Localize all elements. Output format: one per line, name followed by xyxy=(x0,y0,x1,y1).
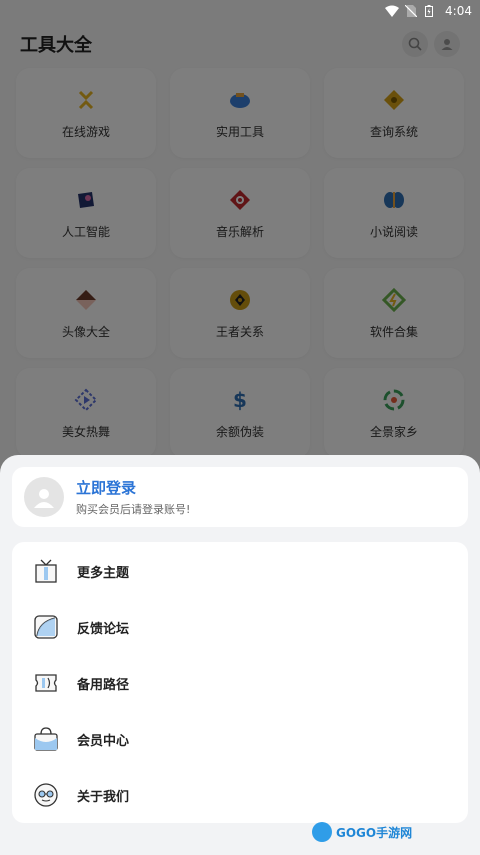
no-sim-icon xyxy=(404,4,419,18)
menu-item-label: 备用路径 xyxy=(77,677,130,693)
watermark: GOGO手游网 xyxy=(312,822,412,842)
menu-item-about-us[interactable]: 关于我们 xyxy=(12,767,468,823)
status-time: 4:04 xyxy=(445,4,472,18)
watermark-logo-icon xyxy=(312,822,332,842)
menu-item-feedback-forum[interactable]: 反馈论坛 xyxy=(12,599,468,655)
login-subtitle: 购买会员后请登录账号! xyxy=(76,503,191,516)
menu-item-label: 更多主题 xyxy=(77,565,130,581)
wifi-icon xyxy=(385,5,400,17)
menu-card: 更多主题 反馈论坛 备用路径 会员中心 关于我们 xyxy=(12,542,468,823)
menu-item-label: 关于我们 xyxy=(77,789,130,805)
vip-bag-icon xyxy=(33,726,59,752)
menu-item-more-themes[interactable]: 更多主题 xyxy=(12,543,468,599)
status-bar: 4:04 xyxy=(0,0,480,22)
menu-item-backup-route[interactable]: 备用路径 xyxy=(12,655,468,711)
route-icon xyxy=(33,670,59,696)
battery-icon xyxy=(425,5,439,17)
theme-icon xyxy=(33,558,59,584)
menu-item-label: 反馈论坛 xyxy=(77,621,130,637)
bottom-sheet: 立即登录 购买会员后请登录账号! 更多主题 反馈论坛 备用路径 会员中心 关于我… xyxy=(0,455,480,855)
menu-item-label: 会员中心 xyxy=(77,733,130,749)
login-card[interactable]: 立即登录 购买会员后请登录账号! xyxy=(12,467,468,527)
about-icon xyxy=(33,782,59,808)
watermark-text: GOGO手游网 xyxy=(336,825,413,840)
login-title[interactable]: 立即登录 xyxy=(76,477,190,498)
avatar xyxy=(24,477,64,517)
menu-item-vip-center[interactable]: 会员中心 xyxy=(12,711,468,767)
feedback-icon xyxy=(33,614,59,640)
